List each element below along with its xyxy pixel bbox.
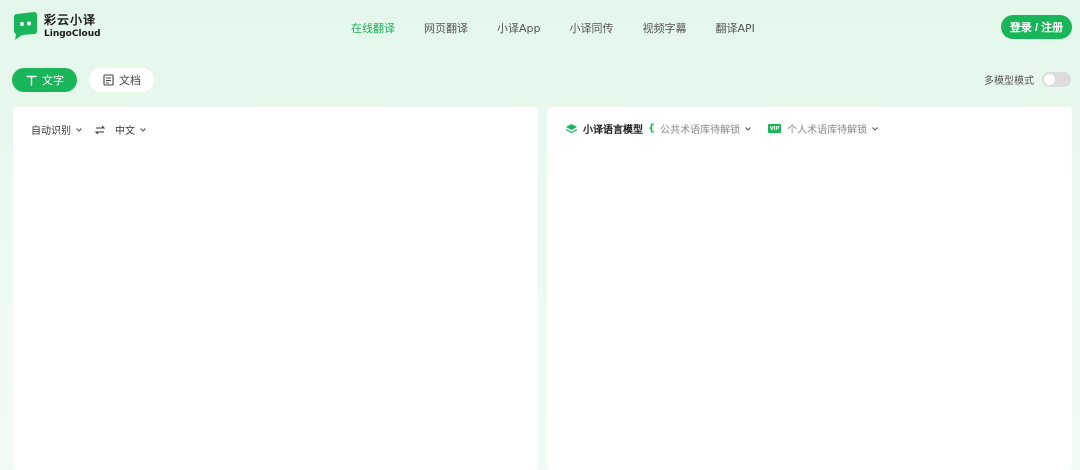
chevron-down-icon (76, 127, 82, 132)
login-register-button[interactable]: 登录 / 注册 (1001, 15, 1072, 39)
source-language-select[interactable]: 自动识别 (31, 122, 83, 137)
public-terms-label: 公共术语库待解锁 (660, 125, 741, 136)
language-bar: 自动识别 中文 (31, 122, 147, 137)
multi-model-switch: 多模型模式 (984, 72, 1071, 87)
multi-model-label: 多模型模式 (984, 76, 1034, 87)
target-panel: 小译语言模型 { 公共术语库待解锁 VIP 个人术语库待解锁 (547, 107, 1072, 470)
document-icon (102, 74, 114, 86)
nav-online-translate[interactable]: 在线翻译 (351, 20, 395, 36)
logo[interactable]: 彩云小译 LingoCloud (12, 10, 101, 42)
nav-app[interactable]: 小译App (497, 20, 541, 36)
multi-model-toggle[interactable] (1042, 72, 1071, 87)
toggle-knob (1044, 74, 1055, 85)
swap-arrows-icon[interactable] (95, 125, 105, 135)
tab-text-label: 文字 (42, 74, 64, 87)
brand-name-en: LingoCloud (44, 28, 101, 39)
header: 彩云小译 LingoCloud 在线翻译 网页翻译 小译App 小译同传 视频字… (0, 0, 1080, 56)
vip-badge: VIP (768, 124, 782, 133)
tab-document[interactable]: 文档 (89, 68, 154, 92)
bracket-decoration: { (648, 123, 656, 134)
target-language-label: 中文 (115, 126, 135, 137)
public-terms-select[interactable]: 公共术语库待解锁 (660, 121, 752, 136)
chevron-down-icon (745, 126, 752, 131)
chevron-down-icon (140, 127, 146, 132)
personal-terms-select[interactable]: 个人术语库待解锁 (787, 121, 879, 136)
main-nav: 在线翻译 网页翻译 小译App 小译同传 视频字幕 翻译API (351, 20, 784, 36)
source-panel[interactable]: 自动识别 中文 (13, 107, 538, 470)
layers-icon (565, 123, 578, 133)
tab-text[interactable]: 文字 (12, 68, 77, 92)
model-bar: 小译语言模型 { 公共术语库待解锁 VIP 个人术语库待解锁 (565, 121, 879, 136)
nav-simultaneous[interactable]: 小译同传 (570, 20, 614, 36)
text-t-icon (25, 74, 37, 86)
model-name[interactable]: 小译语言模型 (583, 121, 643, 136)
chevron-down-icon (872, 126, 879, 131)
logo-chat-icon (14, 12, 37, 40)
brand-name-cn: 彩云小译 (44, 12, 97, 27)
nav-video-subtitle[interactable]: 视频字幕 (643, 20, 687, 36)
tab-document-label: 文档 (119, 74, 141, 87)
nav-translate-api[interactable]: 翻译API (716, 20, 755, 36)
nav-web-translate[interactable]: 网页翻译 (424, 20, 468, 36)
source-language-label: 自动识别 (31, 126, 71, 137)
target-language-select[interactable]: 中文 (115, 122, 147, 137)
personal-terms-label: 个人术语库待解锁 (787, 125, 868, 136)
